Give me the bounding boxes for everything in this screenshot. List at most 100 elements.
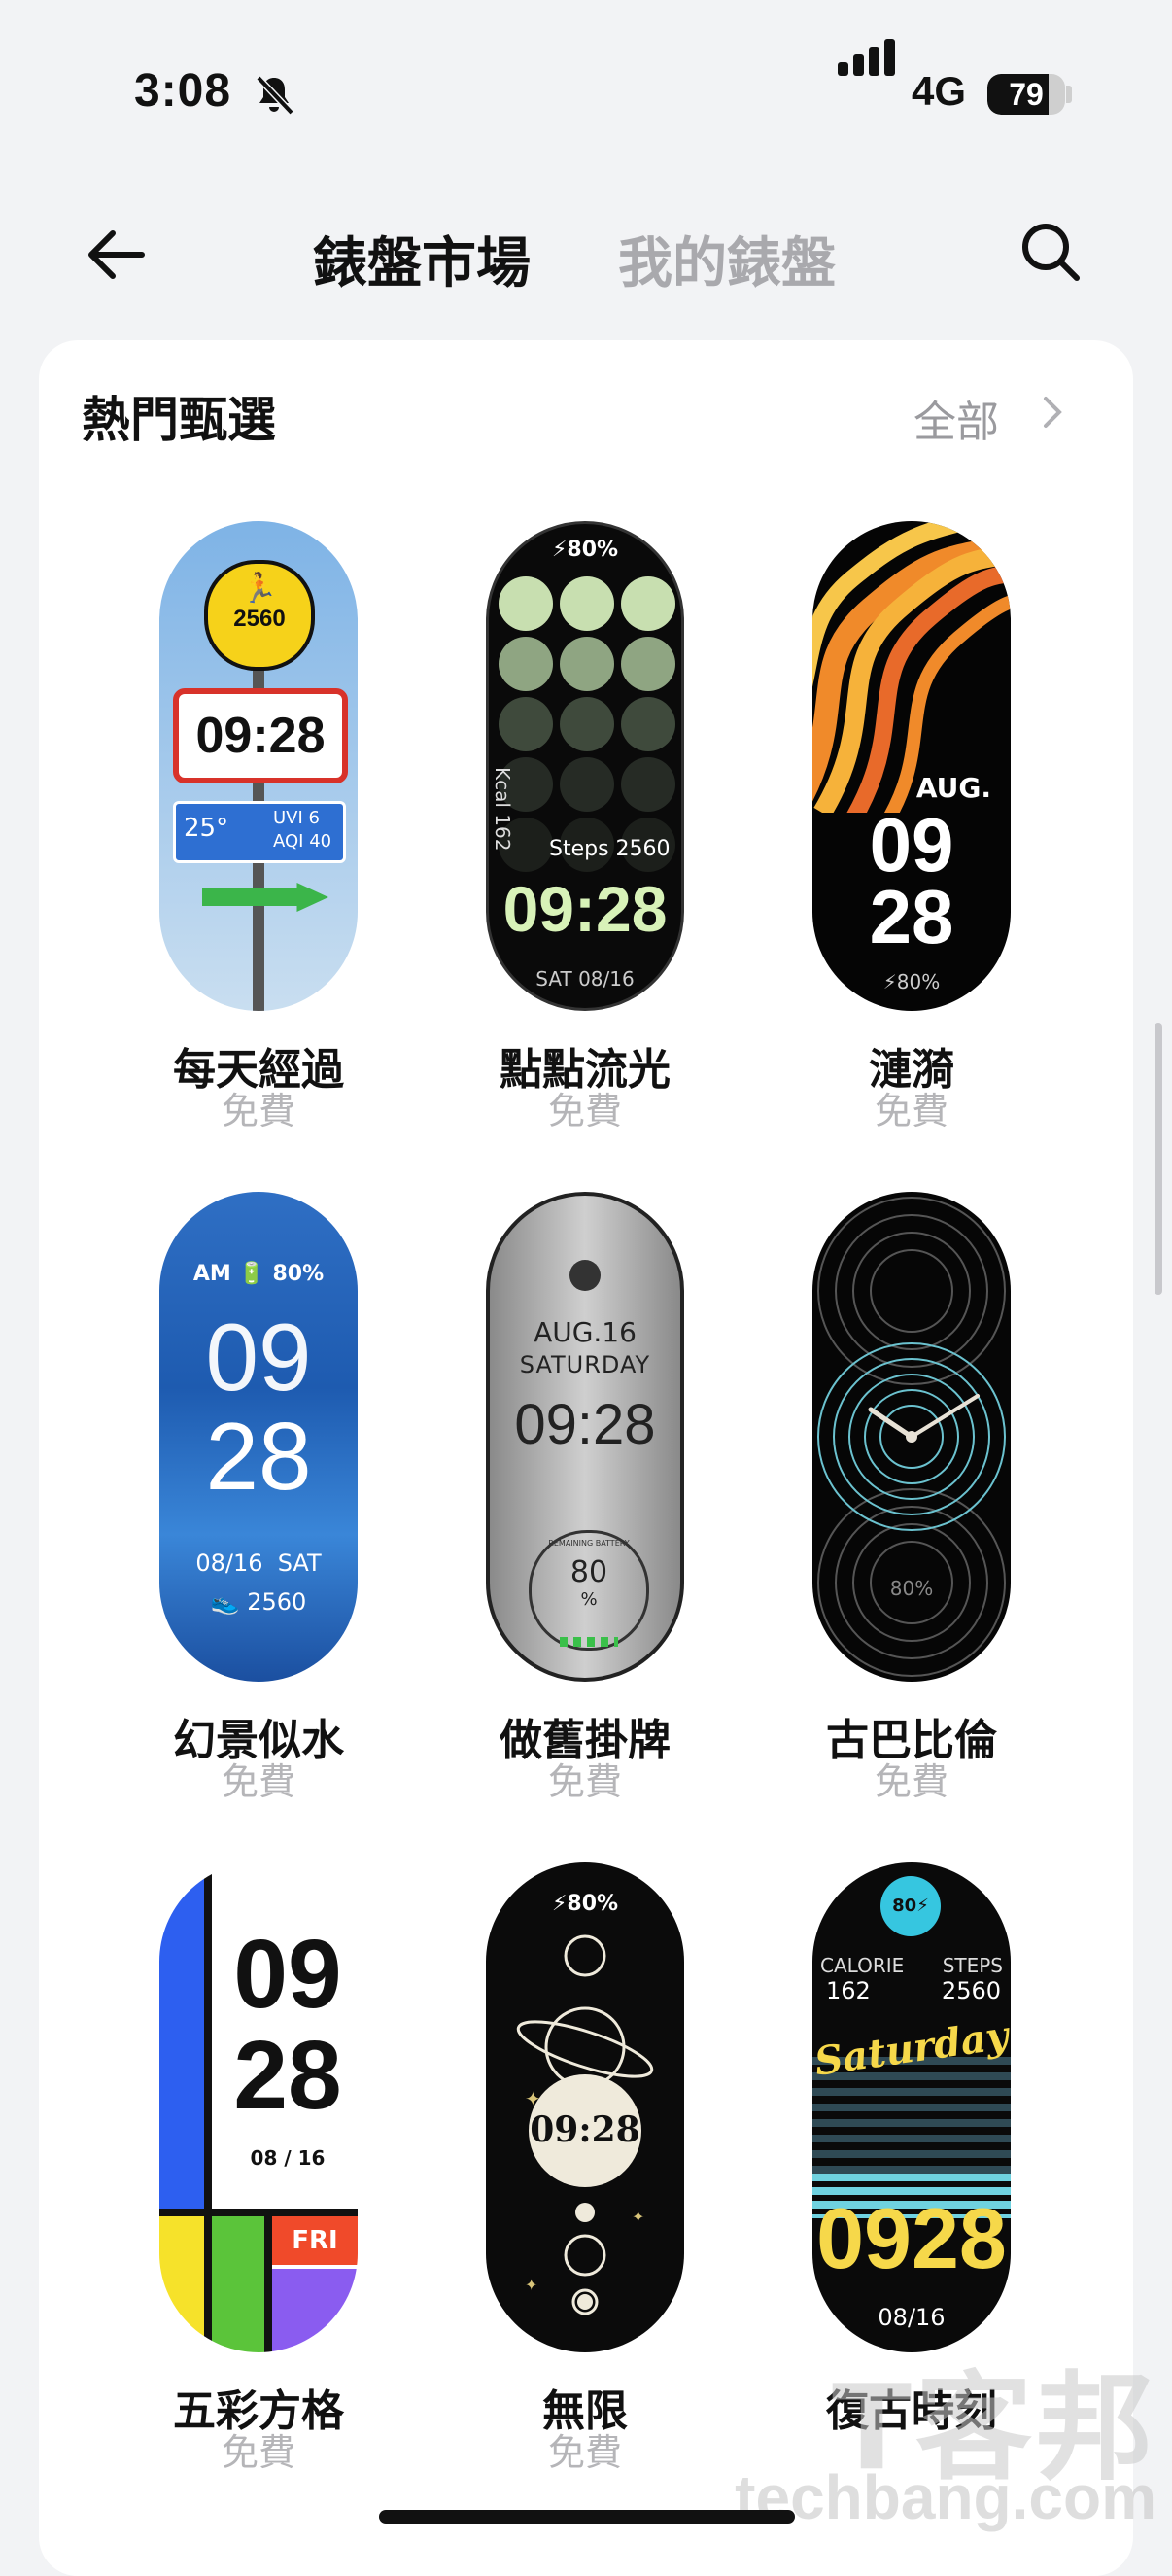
network-type: 4G — [912, 68, 967, 114]
dot-cell — [621, 757, 675, 812]
bell-muted-icon — [256, 75, 294, 116]
badge-circle: 80⚡ — [880, 1876, 941, 1936]
status-time: 3:08 — [134, 65, 232, 117]
tab-watchface-market[interactable]: 錶盤市場 — [313, 220, 531, 298]
dot-cell — [499, 637, 553, 691]
search-icon[interactable] — [1018, 220, 1083, 284]
divider-v — [204, 1862, 212, 2352]
watermark: T客邦 techbang.com — [680, 2333, 1166, 2537]
chevron-right-icon[interactable] — [1038, 391, 1067, 434]
face-battery: ⚡80% — [882, 970, 941, 993]
svg-text:✦: ✦ — [632, 2208, 644, 2226]
watchface-thumb-3[interactable]: AUG. 09 28 ⚡80% — [812, 521, 1011, 1011]
watchface-thumb-5[interactable]: AUG.16 SATURDAY 09:28 REMAINING BATTERY … — [486, 1192, 684, 1682]
time-sign: 09:28 — [173, 688, 348, 783]
watchface-thumb-8[interactable]: ⚡80% ✦ ✦ ✦ 09:28 — [486, 1862, 684, 2352]
watchface-thumb-6[interactable]: 80% — [812, 1192, 1011, 1682]
watchface-thumb-7[interactable]: FRI 09 28 08 / 16 — [159, 1862, 358, 2352]
steps-value: 2560 — [941, 1977, 1001, 2004]
face-date: AUG.16 — [534, 1316, 637, 1348]
watchface-price-5: 免費 — [547, 1760, 622, 1803]
home-indicator[interactable] — [379, 2510, 795, 2524]
calorie-value: 162 — [826, 1977, 871, 2004]
weather-uvi: UVI 6 — [273, 808, 320, 828]
section-title: 熱門甄選 — [82, 392, 276, 448]
weather-temp: 25° — [184, 814, 229, 843]
face-minute: 28 — [869, 874, 954, 959]
dot-cell — [499, 576, 553, 631]
svg-text:✦: ✦ — [525, 2087, 541, 2110]
dot-cell — [621, 576, 675, 631]
divider-h — [159, 2209, 358, 2216]
svg-text:✦: ✦ — [525, 2276, 537, 2294]
battery-level: 79 — [1009, 77, 1044, 112]
concentric-rings — [817, 1197, 1006, 1677]
arrow-sign — [202, 883, 328, 912]
dot-cell — [560, 757, 614, 812]
face-steps: Steps 2560 — [549, 837, 671, 861]
face-steps: 👟 2560 — [210, 1588, 307, 1616]
back-arrow-icon[interactable] — [84, 220, 154, 290]
face-day: FRI — [292, 2226, 338, 2255]
face-time: 09:28 — [530, 2109, 640, 2150]
face-top: AM 🔋 80% — [192, 1262, 325, 1286]
planets-art: ✦ ✦ ✦ — [516, 1934, 654, 2315]
face-date: SAT 08/16 — [535, 967, 635, 991]
face-date: 08/16 SAT — [195, 1549, 322, 1577]
watchface-price-6: 免費 — [874, 1760, 948, 1803]
watchface-thumb-4[interactable]: AM 🔋 80% 09 28 08/16 SAT 👟 2560 — [159, 1192, 358, 1682]
dot-cell — [621, 697, 675, 751]
calorie-label: CALORIE — [820, 1954, 905, 1977]
watchface-thumb-1[interactable]: 🏃 2560 09:28 25° UVI 6 AQI 40 — [159, 521, 358, 1011]
face-battery: 80 — [569, 1555, 608, 1589]
face-battery: ⚡80% — [551, 538, 619, 562]
watermark-text: techbang.com — [735, 2462, 1156, 2532]
divider-v2 — [264, 2216, 272, 2352]
blue-stripe — [159, 1862, 204, 2214]
watchface-price-2: 免費 — [547, 1090, 622, 1132]
dot-cell — [560, 576, 614, 631]
purple-block — [272, 2269, 358, 2352]
tab-my-watchfaces[interactable]: 我的錶盤 — [618, 220, 836, 298]
face-kcal: Kcal 162 — [491, 767, 514, 852]
watchface-price-1: 免費 — [221, 1090, 295, 1132]
face-hour: 09 — [205, 1304, 312, 1410]
battery-ring: REMAINING BATTERY 80 % — [529, 1530, 649, 1651]
face-date: 08/16 — [878, 2304, 946, 2331]
yellow-block — [159, 2216, 204, 2352]
watchface-price-7: 免費 — [221, 2431, 295, 2474]
face-time: 09:28 — [514, 1393, 656, 1456]
dot-cell — [560, 697, 614, 751]
ripple-waves — [812, 521, 1011, 813]
face-date: 08 / 16 — [250, 2146, 326, 2170]
face-minute: 28 — [233, 2021, 342, 2130]
face-month: AUG. — [915, 772, 991, 804]
weather-aqi: AQI 40 — [273, 831, 332, 852]
dot-cell — [560, 637, 614, 691]
watchface-price-4: 免費 — [221, 1760, 295, 1803]
dot-cell — [621, 637, 675, 691]
face-badge: 80⚡ — [892, 1896, 929, 1916]
dot-grid — [499, 576, 677, 872]
face-day: SATURDAY — [519, 1351, 651, 1378]
runner-badge: 🏃 2560 — [204, 560, 315, 671]
face-battery: 80% — [889, 1577, 934, 1600]
watchface-price-3: 免費 — [874, 1090, 948, 1132]
face-hour: 09 — [233, 1920, 342, 2029]
battery-tip — [1066, 86, 1072, 103]
green-block — [212, 2216, 264, 2352]
see-all-link[interactable]: 全部 — [913, 387, 999, 449]
face-time: 0928 — [816, 2190, 1007, 2286]
scrollbar[interactable] — [1155, 1023, 1162, 1295]
battery-icon: 79 — [987, 74, 1065, 115]
watchface-thumb-2[interactable]: ⚡80% Kcal 162 Steps 2560 09:28 SAT 08/16 — [486, 521, 684, 1011]
ring-label: REMAINING BATTERY — [548, 1539, 630, 1548]
face-battery-unit: % — [580, 1589, 598, 1610]
weather-sign: 25° UVI 6 AQI 40 — [173, 801, 346, 863]
watchface-thumb-9[interactable]: 80⚡ CALORIE 162 STEPS 2560 Saturday 0928… — [812, 1862, 1011, 2352]
face-time: 09:28 — [195, 708, 326, 764]
face-time: 09:28 — [502, 873, 668, 945]
face-hour: 09 — [869, 802, 954, 888]
steps-label: STEPS — [942, 1954, 1003, 1977]
tag-hole — [569, 1260, 601, 1291]
